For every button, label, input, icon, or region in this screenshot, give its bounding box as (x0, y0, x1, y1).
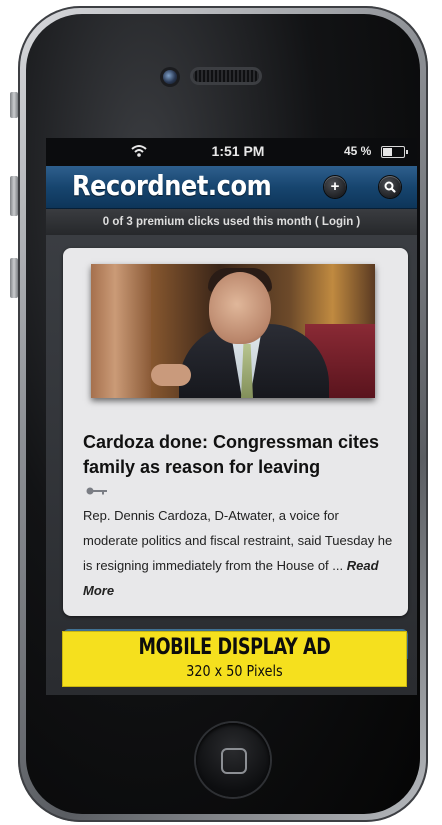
article-photo[interactable] (91, 264, 375, 398)
premium-clicks-bar[interactable]: 0 of 3 premium clicks used this month ( … (46, 209, 417, 235)
plus-icon: + (330, 178, 340, 195)
wifi-icon (131, 145, 147, 157)
battery-fill (383, 148, 392, 156)
key-icon (86, 487, 107, 495)
search-button[interactable] (379, 176, 401, 198)
add-button[interactable]: + (324, 176, 346, 198)
article-summary: Rep. Dennis Cardoza, D-Atwater, a voice … (83, 503, 393, 603)
site-logo[interactable]: Recordnet.com (72, 169, 272, 202)
article-card[interactable]: Cardoza done: Congressman cites family a… (63, 248, 408, 616)
battery-icon (381, 146, 408, 158)
search-icon (384, 181, 396, 193)
volume-up-button (10, 176, 18, 216)
volume-down-button (10, 258, 18, 298)
front-camera (163, 70, 177, 84)
site-header: Recordnet.com + (46, 166, 417, 209)
mute-switch (10, 92, 18, 118)
article-headline[interactable]: Cardoza done: Congressman cites family a… (83, 430, 388, 480)
status-bar: 1:51 PM 45 % (46, 138, 417, 166)
ad-title: MOBILE DISPLAY AD (138, 635, 331, 660)
home-button[interactable] (196, 723, 270, 797)
battery-percent: 45 % (344, 144, 372, 158)
home-square-icon (221, 748, 247, 774)
status-time: 1:51 PM (211, 143, 265, 159)
ad-size: 320 x 50 Pixels (186, 662, 283, 680)
mobile-display-ad[interactable]: MOBILE DISPLAY AD 320 x 50 Pixels (63, 632, 406, 686)
earpiece-speaker (193, 70, 259, 82)
content-area: Cardoza done: Congressman cites family a… (46, 235, 417, 695)
phone-screen: 1:51 PM 45 % Recordnet.com + 0 of 3 prem… (46, 138, 417, 695)
